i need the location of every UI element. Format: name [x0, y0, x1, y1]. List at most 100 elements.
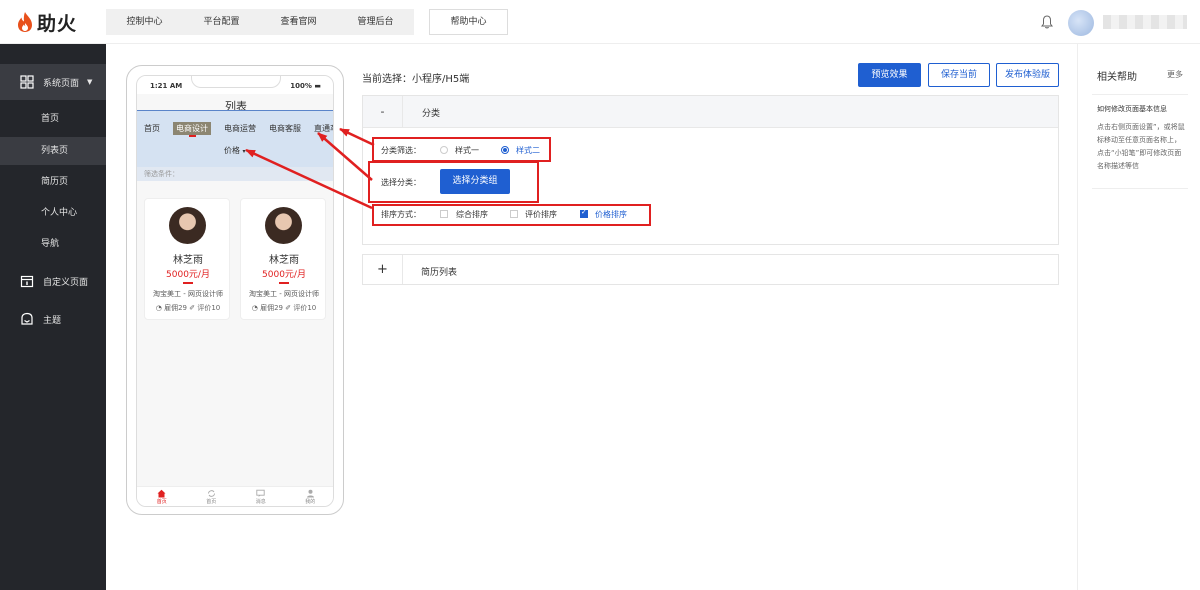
sidebar: 系统页面 ▼ 首页 列表页 简历页 个人中心 导航 自定义页面 主题	[0, 44, 106, 590]
card-name: 林芝雨	[173, 255, 203, 266]
category-tab-express[interactable]: 直通车	[314, 123, 333, 136]
help-title: 相关帮助	[1097, 72, 1137, 83]
refresh-icon	[207, 490, 215, 497]
category-tab-operation[interactable]: 电商运营	[224, 123, 256, 136]
chevron-down-icon: ▾	[242, 148, 246, 155]
sidebar-item-resume[interactable]: 简历页	[0, 168, 106, 196]
sidebar-item-home[interactable]: 首页	[0, 105, 106, 133]
collapse-toggle[interactable]: -	[363, 96, 403, 128]
category-tab-design[interactable]: 电商设计	[173, 122, 211, 137]
logo[interactable]: 助火	[16, 10, 78, 35]
battery-icon: ▬	[314, 82, 321, 90]
phone-preview: 1:21 AM 100% ▬ 列表 首页 电商设计 电商运营 电商客服 直通车 …	[126, 65, 344, 515]
resume-list-panel: + 简历列表	[362, 254, 1059, 285]
card-name: 林芝雨	[269, 255, 299, 266]
checkbox-overall-sort[interactable]	[440, 210, 448, 218]
price-filter[interactable]: 价格 ▾	[224, 145, 246, 156]
radio-style-1[interactable]	[440, 146, 448, 154]
card-stats: ◔ 雇佣29 ✐ 评价10	[251, 304, 317, 312]
publish-button[interactable]: 发布体验版	[996, 63, 1059, 87]
select-category-button[interactable]: 选择分类组	[440, 169, 510, 194]
sidebar-item-custom-pages[interactable]: 自定义页面	[0, 265, 106, 297]
card-job: 淘宝美工 - 网页设计师	[249, 290, 319, 298]
avatar	[265, 207, 302, 244]
card-stats: ◔ 雇佣29 ✐ 评价10	[155, 304, 221, 312]
checkbox-overall-sort-label: 综合排序	[456, 210, 488, 219]
top-nav: 控制中心 平台配置 查看官网 管理后台	[106, 9, 414, 35]
theme-icon	[21, 312, 33, 325]
tab-refresh[interactable]: 首页	[187, 487, 237, 506]
sidebar-item-system-pages[interactable]: 系统页面 ▼	[0, 64, 106, 100]
panel-title: 分类	[422, 109, 441, 119]
message-icon	[256, 489, 265, 497]
sidebar-item-label: 自定义页面	[43, 277, 89, 288]
card-salary: 5000元/月	[166, 270, 210, 280]
card-divider	[279, 282, 289, 284]
calendar-icon	[20, 275, 34, 288]
help-answer: 点击右侧页面设置”，或将鼠标移动至任意页面名称上，点击“小铅笔”即可修改页面名称…	[1097, 123, 1185, 170]
help-more-link[interactable]: 更多	[1167, 69, 1183, 80]
nav-help-center[interactable]: 帮助中心	[429, 9, 508, 35]
radio-style-2-label: 样式二	[516, 146, 540, 155]
nav-control-center[interactable]: 控制中心	[106, 9, 183, 35]
sort-label: 排序方式：	[381, 210, 421, 219]
sidebar-item-label: 系统页面	[43, 78, 80, 89]
checkbox-rating-sort-label: 评价排序	[525, 210, 557, 219]
brand-name: 助火	[37, 12, 78, 35]
checkbox-rating-sort[interactable]	[510, 210, 518, 218]
phone-tab-bar: 首页 首页 消息 我的	[137, 486, 334, 506]
card-job: 淘宝美工 - 网页设计师	[153, 290, 223, 298]
sidebar-item-theme[interactable]: 主题	[0, 303, 106, 335]
panel-title: 简历列表	[421, 268, 458, 278]
category-tab-home[interactable]: 首页	[144, 123, 160, 136]
username-blurred[interactable]	[1103, 15, 1187, 29]
save-button[interactable]: 保存当前	[928, 63, 990, 87]
resume-card[interactable]: 林芝雨 5000元/月 淘宝美工 - 网页设计师 ◔ 雇佣29 ✐ 评价10	[240, 198, 326, 320]
checkbox-price-sort[interactable]	[580, 208, 588, 218]
phone-screen: 1:21 AM 100% ▬ 列表 首页 电商设计 电商运营 电商客服 直通车 …	[136, 75, 334, 507]
tab-mine[interactable]: 我的	[286, 487, 334, 506]
bell-icon[interactable]	[1040, 14, 1054, 30]
divider	[1092, 94, 1188, 95]
sidebar-item-label: 主题	[43, 315, 62, 326]
caret-down-icon: ▼	[87, 78, 93, 86]
user-icon	[306, 489, 314, 498]
flame-icon	[18, 12, 32, 32]
card-salary: 5000元/月	[262, 270, 306, 280]
panel-header: - 分类	[363, 96, 1058, 128]
expand-toggle[interactable]: +	[363, 255, 403, 284]
current-selection: 当前选择：小程序/H5端	[362, 74, 470, 85]
divider	[1092, 188, 1188, 189]
checkbox-price-sort-label: 价格排序	[595, 210, 627, 219]
status-bar: 1:21 AM 100% ▬	[137, 76, 333, 94]
radio-style-2[interactable]	[501, 146, 509, 154]
avatar	[169, 207, 206, 244]
status-battery: 100% ▬	[290, 82, 321, 90]
category-bar[interactable]: 首页 电商设计 电商运营 电商客服 直通车 价格 ▾ 筛选条件：	[137, 110, 333, 181]
resume-card[interactable]: 林芝雨 5000元/月 淘宝美工 - 网页设计师 ◔ 雇佣29 ✐ 评价10	[144, 198, 230, 320]
nav-admin[interactable]: 管理后台	[337, 9, 414, 35]
tab-messages[interactable]: 消息	[236, 487, 286, 506]
sidebar-item-profile[interactable]: 个人中心	[0, 199, 106, 227]
preview-button[interactable]: 预览效果	[858, 63, 921, 87]
help-panel: 相关帮助 更多 如何修改页面基本信息 点击右侧页面设置”，或将鼠标移动至任意页面…	[1077, 44, 1200, 590]
card-divider	[183, 282, 193, 284]
nav-platform-config[interactable]: 平台配置	[183, 9, 260, 35]
grid-icon	[20, 75, 34, 89]
user-avatar[interactable]	[1068, 10, 1094, 36]
tab-home[interactable]: 首页	[137, 487, 187, 506]
top-bar: 助火 控制中心 平台配置 查看官网 管理后台 帮助中心	[0, 0, 1200, 44]
sidebar-item-list[interactable]: 列表页	[0, 137, 106, 165]
select-category-label: 选择分类：	[381, 178, 421, 187]
home-icon	[157, 489, 166, 498]
filter-conditions: 筛选条件：	[137, 167, 333, 181]
help-question[interactable]: 如何修改页面基本信息	[1097, 104, 1167, 114]
nav-official-site[interactable]: 查看官网	[260, 9, 337, 35]
category-tab-service[interactable]: 电商客服	[269, 123, 301, 136]
sidebar-item-nav[interactable]: 导航	[0, 230, 106, 258]
phone-notch	[191, 76, 281, 88]
filter-style-label: 分类筛选：	[381, 146, 421, 155]
category-tabs: 首页 电商设计 电商运营 电商客服 直通车	[144, 122, 333, 137]
radio-style-1-label: 样式一	[455, 146, 479, 155]
status-time: 1:21 AM	[150, 82, 183, 90]
